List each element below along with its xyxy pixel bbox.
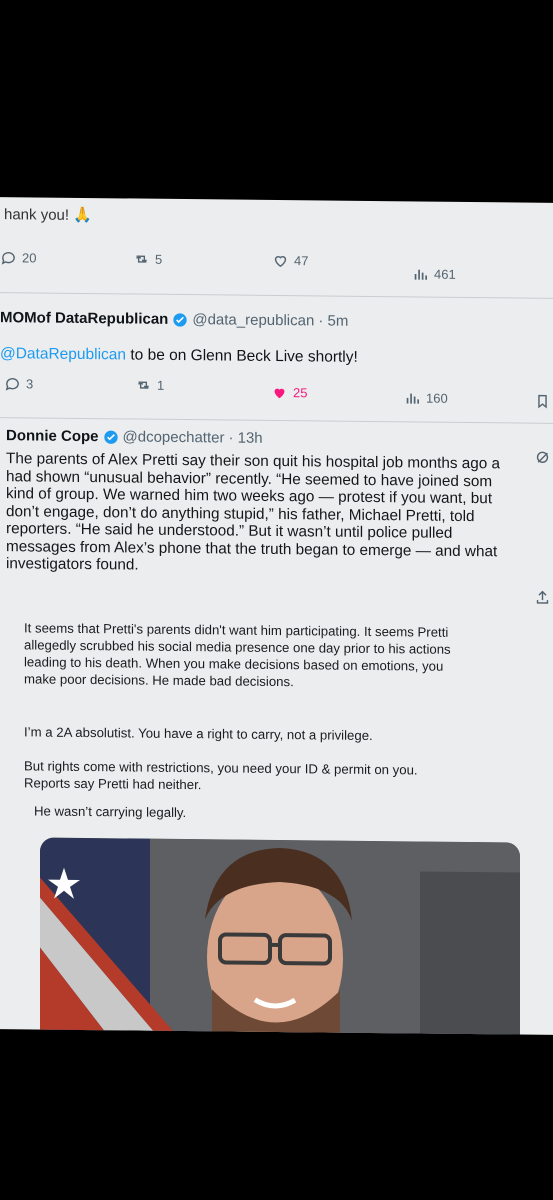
retweet-icon <box>138 381 149 389</box>
like-button[interactable]: 47 <box>272 252 308 269</box>
reply-count: 3 <box>26 376 34 392</box>
retweet-button[interactable]: 5 <box>133 250 162 267</box>
reply-count: 20 <box>22 250 37 266</box>
tweet-header: MOMof DataRepublican @data_republican · … <box>0 309 348 330</box>
reply-icon <box>1 252 15 265</box>
views-icon <box>414 269 428 280</box>
views-count: 160 <box>426 390 448 406</box>
heart-icon <box>274 255 287 268</box>
retweet-count: 5 <box>155 251 163 267</box>
author-name[interactable]: MOMof DataRepublican <box>0 309 168 328</box>
tweet1-actions: 3 1 25 160 <box>0 375 553 409</box>
reply-button[interactable]: 20 <box>0 249 36 266</box>
bookmark-button[interactable] <box>534 393 551 410</box>
tweet-time[interactable]: · 5m <box>318 312 348 329</box>
tweet-header: Donnie Cope @dcopechatter · 13h <box>6 427 263 447</box>
prev-tweet-actions: 20 5 47 461 <box>0 249 553 282</box>
views-button[interactable]: 160 <box>404 389 448 406</box>
retweet-count: 1 <box>157 377 165 393</box>
paragraph-carrying: He wasn’t carrying legally. <box>34 803 187 821</box>
retweet-icon <box>136 255 147 263</box>
divider <box>0 417 553 424</box>
bookmark-icon <box>538 394 547 409</box>
verified-badge-icon <box>103 430 118 444</box>
share-icon <box>536 590 549 604</box>
tweet-media-photo[interactable] <box>40 837 520 1035</box>
reply-icon <box>5 378 19 391</box>
views-icon <box>406 393 420 404</box>
divider <box>0 292 553 299</box>
reply-button[interactable]: 3 <box>4 375 33 392</box>
author-handle[interactable]: @dcopechatter <box>123 428 225 446</box>
portrait-image <box>40 837 520 1035</box>
share-button[interactable] <box>534 589 551 606</box>
tweet-body: The parents of Alex Pretti say their son… <box>6 450 501 574</box>
prev-tweet-text: hank you! 🙏 <box>4 206 92 225</box>
verified-badge-icon <box>173 312 188 327</box>
author-name[interactable]: Donnie Cope <box>6 427 99 445</box>
paragraph-2a: I’m a 2A absolutist. You have a right to… <box>24 724 373 744</box>
tweet-text: @DataRepublican to be on Glenn Beck Live… <box>0 345 358 366</box>
paragraph-rights: But rights come with restrictions, you n… <box>24 758 418 793</box>
views-count: 461 <box>434 266 456 282</box>
paragraph-pretti-parents: It seems that Pretti's parents didn't wa… <box>24 620 451 690</box>
like-count: 47 <box>294 253 309 269</box>
retweet-button[interactable]: 1 <box>135 377 164 394</box>
author-handle[interactable]: @data_republican <box>192 311 314 329</box>
like-count: 25 <box>293 385 308 401</box>
tweet-time[interactable]: · 13h <box>228 429 262 446</box>
mention-link[interactable]: @DataRepublican <box>0 345 126 363</box>
views-button[interactable]: 461 <box>412 265 456 282</box>
like-button[interactable]: 25 <box>271 384 307 401</box>
phone-photo-of-screen: hank you! 🙏 20 5 47 461 MOMof DataRepubl… <box>0 197 553 1035</box>
heart-filled-icon <box>274 388 285 399</box>
